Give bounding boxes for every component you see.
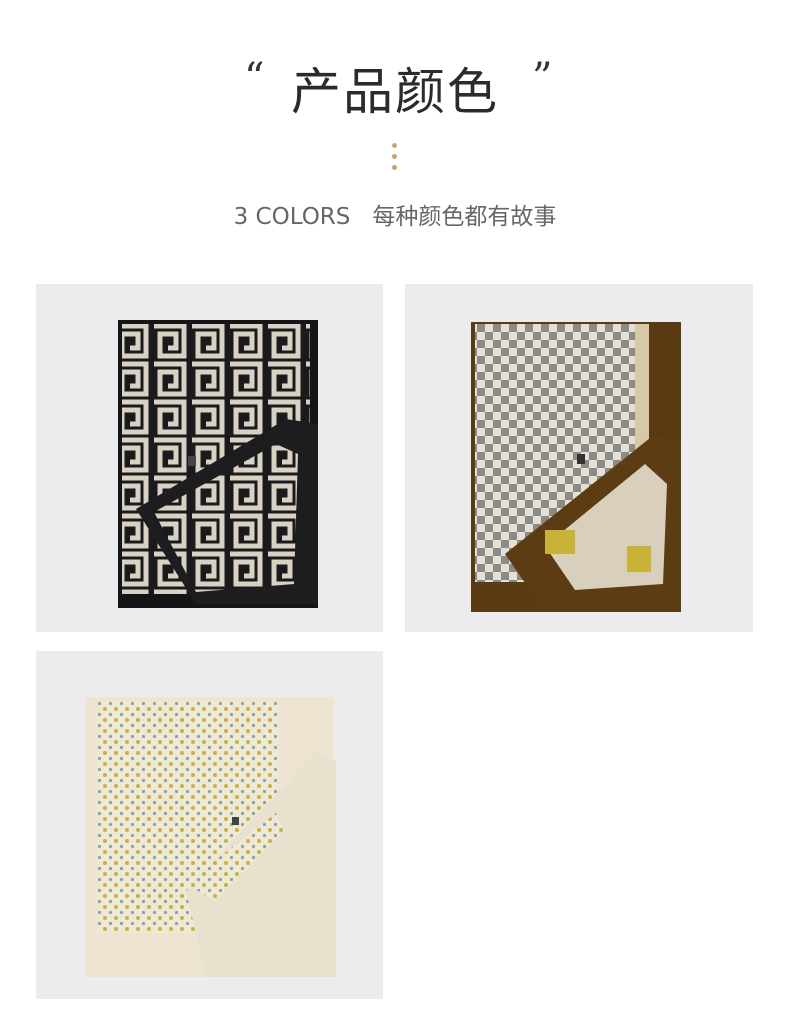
- subtitle-en: 3 COLORS: [233, 204, 351, 230]
- product-image-brown[interactable]: [405, 284, 753, 632]
- product-image-cream[interactable]: [36, 651, 383, 999]
- page-title: 产品颜色: [291, 63, 499, 121]
- subtitle: 3 COLORS 每种颜色都有故事: [0, 197, 790, 231]
- divider-dots-icon: [392, 143, 398, 173]
- subtitle-cn: 每种颜色都有故事: [372, 204, 557, 230]
- close-quote: ”: [532, 55, 553, 101]
- product-image-black[interactable]: [36, 284, 383, 632]
- section-header: “ 产品颜色 ”: [0, 52, 790, 132]
